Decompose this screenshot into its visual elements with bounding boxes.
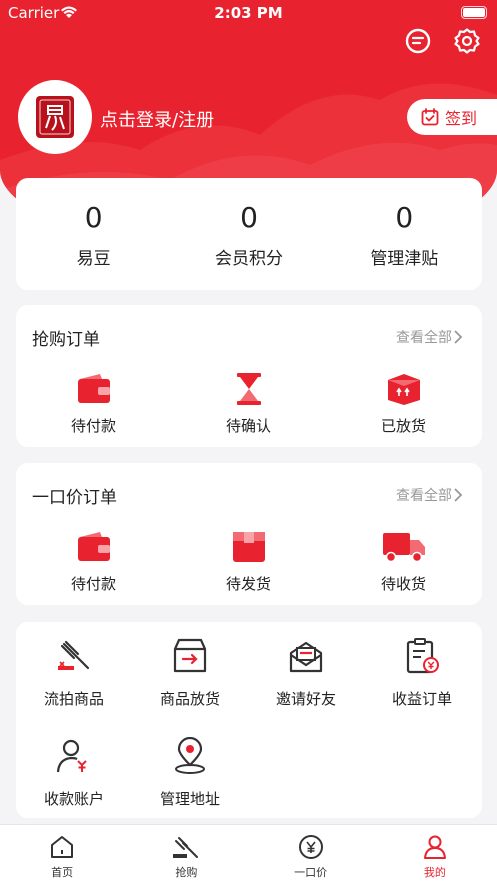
tab-label: 一口价 bbox=[294, 866, 328, 879]
flash-orders-title: 抢购订单 bbox=[32, 330, 100, 350]
tool-invite-friends[interactable]: 邀请好友 bbox=[248, 634, 364, 709]
tool-failed-auction[interactable]: 流拍商品 bbox=[16, 634, 132, 709]
tool-product-release[interactable]: 商品放货 bbox=[132, 634, 248, 709]
stat-label: 易豆 bbox=[76, 249, 111, 269]
fixed-orders-view-all[interactable]: 查看全部 bbox=[396, 485, 464, 505]
tab-fixed-price[interactable]: 一口价 bbox=[249, 825, 373, 883]
earnings-icon bbox=[364, 634, 480, 678]
stat-value: 0 bbox=[84, 201, 103, 234]
stat-management-allowance[interactable]: 0 管理津贴 bbox=[327, 178, 482, 290]
clock: 2:03 PM bbox=[214, 4, 283, 22]
fixed-orders-title: 一口价订单 bbox=[32, 488, 117, 508]
release-icon bbox=[132, 634, 248, 678]
gavel-icon bbox=[16, 634, 132, 678]
tools-card: 流拍商品 商品放货 邀请好友 收益订单 收款账户 管理地址 bbox=[16, 622, 482, 818]
stats-card: 0 易豆 0 会员积分 0 管理津贴 bbox=[16, 178, 482, 290]
bottom-tab-bar: 首页 抢购 一口价 我的 bbox=[0, 824, 497, 883]
fixed-order-pending-shipment[interactable]: 待发货 bbox=[171, 527, 326, 594]
tab-mine[interactable]: 我的 bbox=[373, 825, 497, 883]
profile-icon bbox=[373, 833, 497, 861]
stat-yidou[interactable]: 0 易豆 bbox=[16, 178, 171, 290]
tool-label: 管理地址 bbox=[159, 790, 220, 808]
logo-seal bbox=[36, 96, 74, 138]
fixed-order-pending-payment[interactable]: 待付款 bbox=[16, 527, 171, 594]
order-label: 已放货 bbox=[380, 417, 426, 435]
wallet-icon bbox=[16, 369, 171, 409]
tool-label: 流拍商品 bbox=[43, 690, 104, 708]
stat-value: 0 bbox=[395, 201, 414, 234]
truck-icon bbox=[326, 527, 481, 567]
tab-flash-sale[interactable]: 抢购 bbox=[124, 825, 248, 883]
wallet-icon bbox=[16, 527, 171, 567]
home-icon bbox=[0, 833, 124, 861]
flash-order-pending-payment[interactable]: 待付款 bbox=[16, 369, 171, 436]
order-label: 待付款 bbox=[70, 417, 116, 435]
order-label: 待收货 bbox=[380, 575, 426, 593]
tab-label: 首页 bbox=[51, 866, 74, 879]
tab-label: 我的 bbox=[423, 866, 446, 879]
tab-home[interactable]: 首页 bbox=[0, 825, 124, 883]
tool-label: 商品放货 bbox=[159, 690, 220, 708]
battery-icon bbox=[461, 6, 487, 19]
box-icon bbox=[326, 369, 481, 409]
login-register-link[interactable]: 点击登录/注册 bbox=[100, 106, 214, 132]
order-label: 待付款 bbox=[70, 575, 116, 593]
stat-member-points[interactable]: 0 会员积分 bbox=[171, 178, 326, 290]
calendar-check-icon bbox=[421, 108, 439, 126]
tool-label: 收款账户 bbox=[43, 790, 104, 808]
invite-icon bbox=[248, 634, 364, 678]
flash-orders-card: 抢购订单 查看全部 待付款 待确认 已放货 bbox=[16, 305, 482, 447]
package-icon bbox=[171, 527, 326, 567]
flash-order-released[interactable]: 已放货 bbox=[326, 369, 481, 436]
location-icon bbox=[132, 734, 248, 778]
tab-label: 抢购 bbox=[175, 866, 198, 879]
signin-label: 签到 bbox=[445, 109, 478, 128]
tool-manage-address[interactable]: 管理地址 bbox=[132, 734, 248, 809]
chevron-right-icon bbox=[454, 488, 463, 502]
view-all-label: 查看全部 bbox=[396, 488, 452, 504]
message-icon[interactable] bbox=[405, 28, 431, 54]
flash-order-pending-confirm[interactable]: 待确认 bbox=[171, 369, 326, 436]
hourglass-icon bbox=[171, 369, 326, 409]
tool-earnings-orders[interactable]: 收益订单 bbox=[364, 634, 480, 709]
tool-label: 收益订单 bbox=[391, 690, 452, 708]
order-label: 待发货 bbox=[225, 575, 271, 593]
tool-payment-account[interactable]: 收款账户 bbox=[16, 734, 132, 809]
flash-orders-view-all[interactable]: 查看全部 bbox=[396, 327, 464, 347]
account-icon bbox=[16, 734, 132, 778]
stat-value: 0 bbox=[240, 201, 258, 234]
fixed-price-orders-card: 一口价订单 查看全部 待付款 待发货 待收货 bbox=[16, 463, 482, 605]
stat-label: 管理津贴 bbox=[370, 249, 439, 269]
status-bar: Carrier 2:03 PM bbox=[0, 0, 497, 26]
stat-label: 会员积分 bbox=[214, 249, 283, 269]
order-label: 待确认 bbox=[225, 417, 271, 435]
yen-icon bbox=[249, 833, 373, 861]
avatar[interactable] bbox=[18, 80, 92, 154]
view-all-label: 查看全部 bbox=[396, 330, 452, 346]
gear-icon[interactable] bbox=[454, 28, 480, 54]
fixed-order-pending-receipt[interactable]: 待收货 bbox=[326, 527, 481, 594]
signin-button[interactable]: 签到 bbox=[407, 99, 497, 135]
tool-label: 邀请好友 bbox=[275, 690, 336, 708]
chevron-right-icon bbox=[454, 330, 463, 344]
auction-icon bbox=[124, 833, 248, 861]
